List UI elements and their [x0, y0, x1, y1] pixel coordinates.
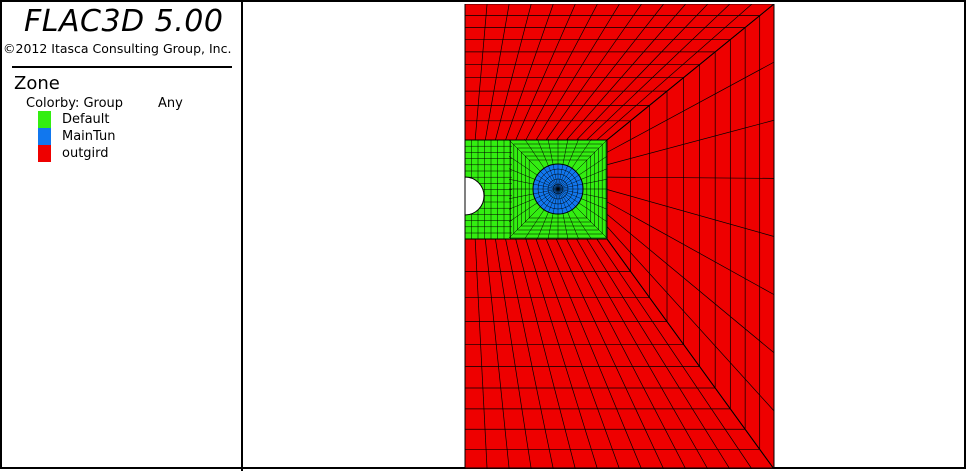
legend-label-outgird: outgird	[62, 146, 109, 161]
legend-swatch-default	[38, 111, 51, 128]
legend-label-maintun: MainTun	[62, 129, 116, 144]
legend-label-default: Default	[62, 112, 110, 127]
maintun-zones	[532, 163, 584, 215]
model-viewport[interactable]	[245, 4, 966, 469]
copyright-text: ©2012 Itasca Consulting Group, Inc.	[3, 41, 232, 56]
legend-panel: FLAC3D 5.00 ©2012 Itasca Consulting Grou…	[2, 2, 243, 471]
legend-section-title: Zone	[14, 73, 60, 94]
legend-swatch-outgird	[38, 145, 51, 162]
colorby-row: Colorby: Group Any	[26, 96, 183, 111]
app-title: FLAC3D 5.00	[24, 4, 224, 39]
legend-swatch-maintun	[38, 128, 51, 145]
colorby-filter: Any	[158, 96, 183, 111]
zone-mesh	[464, 4, 775, 469]
legend-divider	[12, 66, 232, 68]
colorby-label: Colorby: Group	[26, 96, 124, 111]
plot-window: FLAC3D 5.00 ©2012 Itasca Consulting Grou…	[0, 0, 966, 471]
